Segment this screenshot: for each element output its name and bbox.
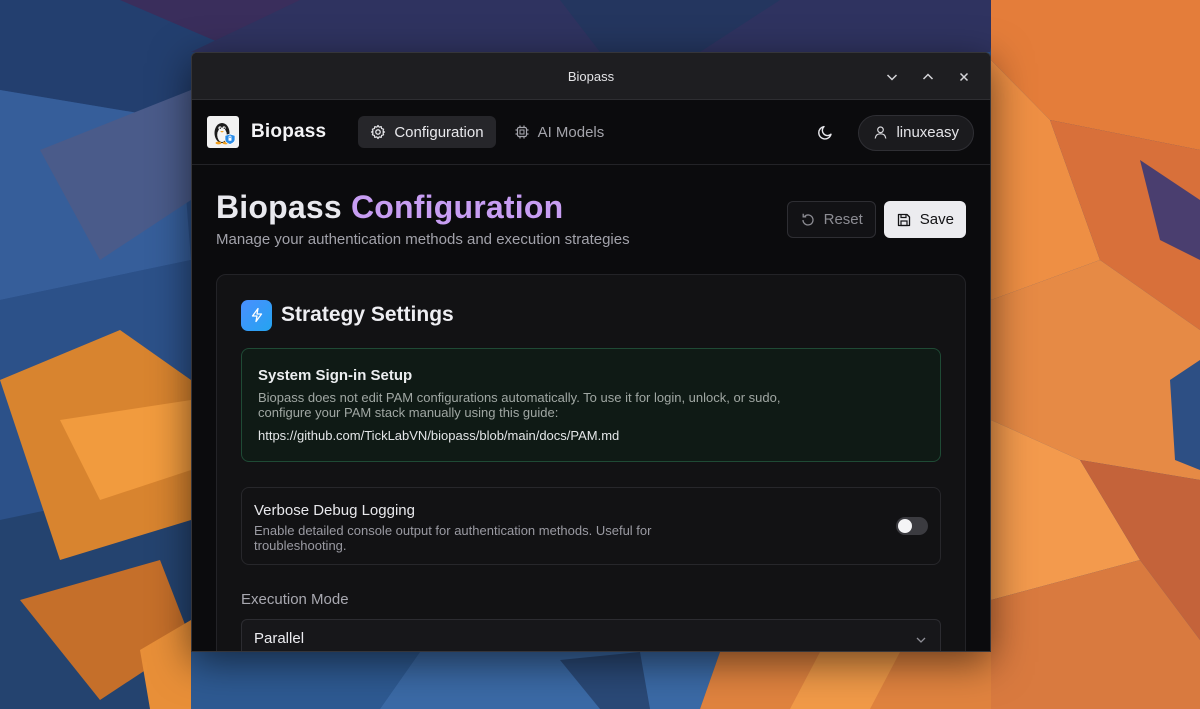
user-name: linuxeasy: [896, 124, 959, 141]
reset-button[interactable]: Reset: [786, 201, 876, 238]
close-icon: [959, 72, 969, 81]
verbose-logging-toggle[interactable]: [896, 517, 928, 535]
execution-mode-value: Parallel: [254, 630, 305, 647]
chevron-up-icon: [922, 72, 934, 80]
save-label: Save: [919, 211, 954, 228]
app-window: Biopass Biopass Configuration AI Models …: [191, 52, 991, 652]
header-actions: linuxeasy: [808, 100, 974, 165]
nav-configuration-label: Configuration: [394, 123, 484, 141]
window-title: Biopass: [567, 68, 615, 84]
page-subtitle: Manage your authentication methods and e…: [216, 231, 630, 248]
setup-title: System Sign-in Setup: [258, 367, 413, 384]
strategy-settings-title: Strategy Settings: [281, 303, 454, 326]
toggle-knob: [898, 519, 912, 533]
pam-guide-link[interactable]: https://github.com/TickLabVN/biopass/blo…: [258, 428, 924, 443]
chevron-down-icon: [916, 637, 926, 643]
reset-label: Reset: [823, 211, 863, 228]
setup-text: Biopass does not edit PAM configurations…: [258, 390, 781, 420]
app-logo: [207, 116, 239, 148]
app-header: Biopass Configuration AI Models linuxeas…: [192, 100, 990, 165]
moon-icon: [818, 125, 832, 140]
page-title-main: Biopass: [216, 189, 342, 225]
lightning-icon: [251, 307, 262, 323]
gear-icon: [371, 124, 386, 140]
cpu-icon: [515, 125, 529, 139]
page-actions: Reset Save: [786, 201, 966, 238]
nav-ai-models[interactable]: AI Models: [502, 116, 617, 148]
verbose-logging-description: Enable detailed console output for authe…: [254, 523, 652, 553]
main-nav: Configuration AI Models: [358, 116, 616, 148]
theme-toggle-button[interactable]: [808, 116, 842, 150]
page-title: Biopass Configuration: [216, 189, 563, 226]
save-button[interactable]: Save: [883, 201, 966, 238]
maximize-button[interactable]: [912, 63, 944, 91]
strategy-badge: [241, 299, 272, 331]
chevron-down-icon: [886, 73, 898, 81]
execution-mode-label: Execution Mode: [241, 591, 349, 608]
user-menu-button[interactable]: linuxeasy: [858, 114, 974, 151]
strategy-settings-header: Strategy Settings: [241, 299, 941, 331]
reset-icon: [801, 213, 814, 226]
app-brand: Biopass: [251, 121, 327, 142]
page-title-accent: Configuration: [350, 189, 564, 225]
verbose-logging-title: Verbose Debug Logging: [254, 502, 415, 519]
user-icon: [875, 126, 887, 139]
main-content[interactable]: Biopass Configuration Manage your authen…: [192, 165, 990, 651]
window-titlebar[interactable]: Biopass: [192, 53, 990, 100]
nav-configuration[interactable]: Configuration: [358, 116, 496, 148]
nav-ai-models-label: AI Models: [537, 123, 605, 141]
strategy-settings-card: Strategy Settings System Sign-in Setup B…: [216, 274, 966, 651]
window-controls: [876, 53, 980, 100]
penguin-logo-icon: [214, 123, 236, 145]
page-header: Biopass Configuration Manage your authen…: [216, 165, 966, 274]
save-icon: [897, 213, 910, 226]
minimize-button[interactable]: [876, 63, 908, 91]
execution-mode-select[interactable]: Parallel: [241, 619, 941, 651]
close-button[interactable]: [948, 63, 980, 91]
verbose-logging-row: Verbose Debug Logging Enable detailed co…: [241, 487, 941, 565]
system-signin-setup-notice: System Sign-in Setup Biopass does not ed…: [241, 348, 941, 462]
